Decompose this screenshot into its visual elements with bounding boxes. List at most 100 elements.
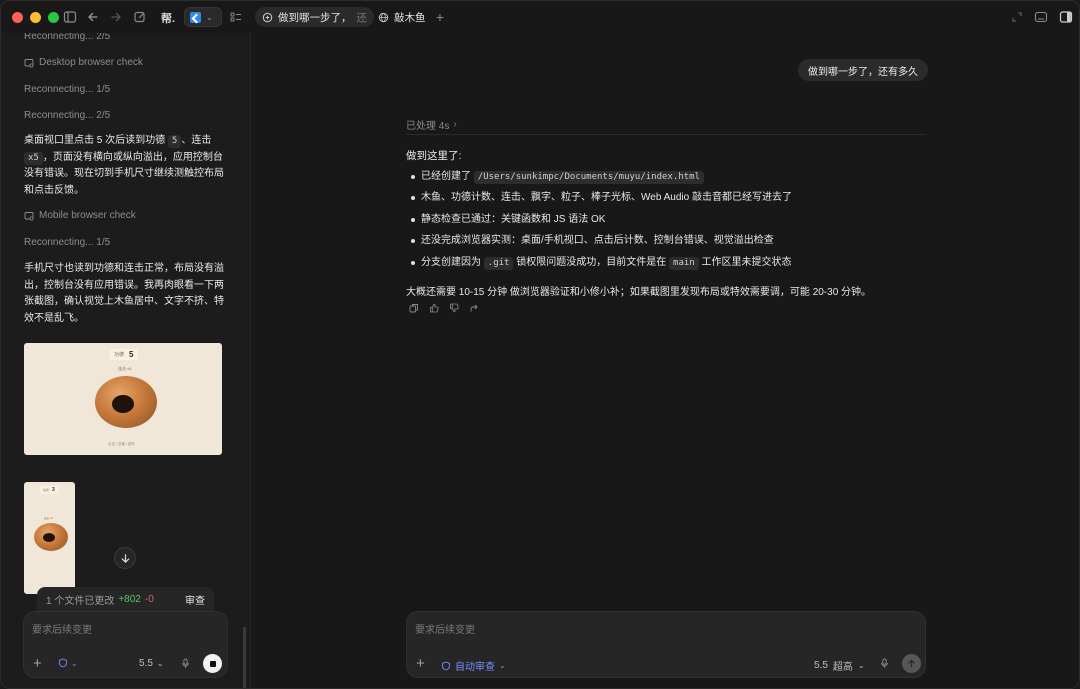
status-line: Reconnecting... 1/5 (24, 84, 111, 95)
chat-bubble-icon (262, 12, 273, 22)
message-text: 、连击 (181, 135, 212, 146)
chevron-down-icon: ⌄ (156, 659, 164, 668)
model-label: 5.5 (139, 658, 153, 669)
microphone-icon[interactable] (880, 658, 889, 672)
status-line: Reconnecting... 2/5 (24, 110, 111, 121)
message-actions (409, 303, 479, 313)
permissions-dropdown[interactable]: ⌄ (58, 658, 78, 668)
combo-label: 连击 x5 (118, 366, 132, 371)
back-arrow-icon[interactable] (85, 9, 101, 25)
inline-code: main (669, 256, 699, 270)
divider (406, 134, 926, 135)
terminal-panel-icon[interactable] (1033, 9, 1049, 25)
assistant-message: 桌面视口里点击 5 次后读到功德 5 、连击 x5 ，页面没有横向或纵向溢出，应用控制… (24, 133, 224, 199)
wooden-fish-hole (112, 395, 134, 413)
check-label: Desktop browser check (39, 57, 143, 68)
sidebar-toggle-icon[interactable] (62, 9, 78, 25)
chevron-down-icon: ⌄ (206, 12, 213, 22)
merit-counter: 功德 5 (109, 349, 139, 360)
main-composer: 要求后续变更 + 自动审查 ⌄ 5.5 超高 ⌄ (406, 611, 926, 678)
list-item: 静态检查已通过：关键函数和 JS 语法 OK (406, 209, 936, 230)
tab-label-fade: 还 (356, 11, 368, 24)
wooden-fish-hole (43, 533, 55, 542)
close-window-button[interactable] (12, 12, 23, 23)
answer-list: 已经创建了 /Users/sunkimpc/Documents/muyu/ind… (406, 166, 936, 273)
model-selector[interactable]: 5.5 ⌄ (139, 658, 164, 669)
item-text: 锁权限问题没成功，目前文件是在 (513, 256, 670, 268)
chevron-down-icon: ⌄ (71, 658, 78, 668)
shield-icon (442, 661, 450, 670)
vscode-icon (190, 11, 201, 23)
auto-review-label: 自动审查 (455, 662, 495, 673)
desktop-screenshot-thumbnail[interactable]: 功德 5 连击 x5 点击 / 空格 / 回车 (24, 343, 222, 455)
counter-label: 功德 (43, 488, 50, 492)
model-label: 5.5 (814, 660, 828, 671)
microphone-icon[interactable] (181, 658, 190, 672)
new-chat-icon[interactable] (132, 9, 148, 25)
item-text: 还没完成浏览器实测：桌面/手机视口、点击后计数、控制台错误、视觉溢出检查 (421, 235, 774, 247)
attach-plus-icon[interactable]: + (33, 655, 42, 672)
sidebar-thread: Reconnecting... 2/5 Desktop browser chec… (1, 33, 251, 688)
message-text: 桌面视口里点击 5 次后读到功德 (24, 135, 168, 146)
arrow-up-icon (908, 659, 915, 668)
item-text: 工作区里未提交状态 (698, 256, 792, 268)
effort-label: 超高 (832, 662, 853, 673)
thumbs-down-icon[interactable] (449, 303, 459, 313)
expand-icon[interactable] (1009, 9, 1025, 25)
counter-label: 功德 (114, 352, 125, 358)
composer-input[interactable]: 要求后续变更 (32, 621, 92, 636)
list-item: 分支创建因为 .git 锁权限问题没成功，目前文件是在 main 工作区里未提交… (406, 252, 936, 273)
stop-button[interactable] (203, 654, 222, 673)
tab-label: 做到哪一步了， (278, 11, 352, 24)
list-item: 木鱼、功德计数、连击、飘字、粒子、棒子光标、Web Audio 敲击音都已经写进… (406, 187, 936, 208)
assistant-message: 手机尺寸也读到功德和连击正常，布局没有溢出，控制台没有应用错误。我再肉眼看一下两… (24, 263, 224, 324)
title-bar: 帮. ⌄ 做到哪一步了， 还 敲木鱼 + (1, 1, 1079, 33)
attach-plus-icon[interactable]: + (416, 655, 425, 672)
merit-counter: 功德 3 (40, 486, 58, 494)
lines-removed: -0 (144, 594, 154, 605)
composer-input[interactable]: 要求后续变更 (415, 621, 475, 636)
changed-files-bar: 1 个文件已更改 +802 -0 审查 (37, 587, 214, 612)
tasks-list-icon[interactable] (228, 9, 244, 25)
fork-icon[interactable] (469, 303, 479, 313)
send-button[interactable] (902, 654, 921, 673)
scroll-to-bottom-button[interactable] (114, 547, 136, 569)
forward-arrow-icon[interactable] (108, 9, 124, 25)
browser-check-icon (24, 58, 34, 68)
desktop-check-item[interactable]: Desktop browser check (24, 57, 143, 68)
tab-current-chat[interactable]: 做到哪一步了， 还 (255, 7, 374, 27)
main-conversation: 做到哪一步了，还有多久 已处理 4s › 做到这里了: 已经创建了 /Users… (252, 33, 1079, 688)
inline-code: 5 (167, 135, 182, 148)
thumb-footer-text: 点击 / 空格 / 回车 (108, 442, 135, 446)
model-selector[interactable]: 5.5 超高 ⌄ (814, 658, 865, 673)
mobile-check-item[interactable]: Mobile browser check (24, 210, 136, 221)
sidebar-scrollbar[interactable] (243, 627, 246, 688)
app-window: 帮. ⌄ 做到哪一步了， 还 敲木鱼 + Reconnecting... 2/5 (0, 0, 1080, 689)
processed-toggle[interactable]: 已处理 4s › (406, 117, 457, 132)
item-text: 木鱼、功德计数、连击、飘字、粒子、棒子光标、Web Audio 敲击音都已经写进… (421, 192, 792, 204)
mobile-screenshot-thumbnail[interactable]: 功德 3 连击 x3 (24, 482, 75, 594)
tab-muyu[interactable]: 敲木鱼 (371, 7, 433, 27)
right-panel-toggle-icon[interactable] (1058, 9, 1074, 25)
auto-review-dropdown[interactable]: 自动审查 ⌄ (441, 658, 506, 673)
open-in-editor-button[interactable]: ⌄ (184, 7, 222, 27)
copy-icon[interactable] (409, 303, 419, 313)
chevron-right-icon: › (453, 119, 457, 130)
thumbs-up-icon[interactable] (429, 303, 439, 313)
status-line: Reconnecting... 2/5 (24, 33, 111, 42)
arrow-down-icon (121, 553, 129, 563)
review-button[interactable]: 审查 (185, 592, 205, 607)
list-item: 还没完成浏览器实测：桌面/手机视口、点击后计数、控制台错误、视觉溢出检查 (406, 230, 936, 251)
user-message: 做到哪一步了，还有多久 (798, 59, 928, 81)
minimize-window-button[interactable] (30, 12, 41, 23)
shield-icon (59, 658, 67, 668)
item-text: 静态检查已通过：关键函数和 JS 语法 OK (421, 213, 606, 225)
item-text: 分支创建因为 (421, 256, 484, 268)
zoom-window-button[interactable] (48, 12, 59, 23)
processed-label: 已处理 4s (406, 121, 450, 132)
combo-label: 连击 x3 (44, 517, 53, 520)
new-tab-plus-icon[interactable]: + (432, 9, 448, 25)
counter-value: 3 (52, 487, 55, 493)
lines-added: +802 (118, 594, 141, 605)
inline-code: /Users/sunkimpc/Documents/muyu/index.htm… (473, 171, 704, 184)
